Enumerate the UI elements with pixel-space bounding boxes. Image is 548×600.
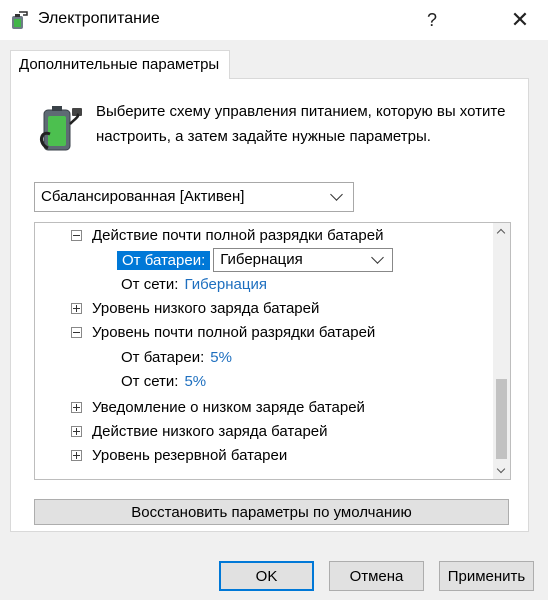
- ok-button[interactable]: OK: [219, 561, 314, 591]
- critical-level-plugged-value[interactable]: 5%: [184, 373, 206, 390]
- critical-action-battery-dropdown[interactable]: Гибернация: [213, 248, 394, 272]
- expand-icon[interactable]: [71, 401, 82, 413]
- critical-action-battery-value: Гибернация: [220, 251, 303, 268]
- battery-plug-icon: [40, 106, 82, 151]
- tree-item-label: Действие низкого заряда батарей: [92, 422, 328, 440]
- tree-subitem-plugged-in[interactable]: От сети: Гибернация: [121, 272, 267, 296]
- tree-item-label: Уведомление о низком заряде батарей: [92, 398, 365, 416]
- on-battery-label: От батареи:: [121, 348, 205, 366]
- power-options-icon: [12, 11, 28, 29]
- critical-action-plugged-value[interactable]: Гибернация: [184, 276, 267, 293]
- close-button[interactable]: ✕: [498, 4, 542, 36]
- collapse-icon[interactable]: [71, 229, 82, 241]
- tree-item-low-notification[interactable]: Уведомление о низком заряде батарей: [71, 395, 365, 419]
- tree-item-critical-action[interactable]: Действие почти полной разрядки батарей: [71, 223, 383, 247]
- scroll-up-button[interactable]: [493, 223, 510, 240]
- expand-icon[interactable]: [71, 425, 82, 437]
- tree-item-label: Уровень почти полной разрядки батарей: [92, 323, 376, 341]
- plugged-in-label: От сети:: [121, 372, 179, 390]
- chevron-down-icon: [496, 464, 506, 474]
- collapse-icon[interactable]: [71, 326, 82, 338]
- apply-button[interactable]: Применить: [439, 561, 534, 591]
- tree-item-label: Уровень резервной батареи: [92, 446, 288, 464]
- tree-scrollbar[interactable]: [493, 223, 510, 479]
- settings-tree[interactable]: Действие почти полной разрядки батарей О…: [34, 222, 511, 480]
- expand-icon[interactable]: [71, 449, 82, 461]
- scrollbar-thumb[interactable]: [496, 379, 507, 459]
- chevron-down-icon: [371, 251, 385, 264]
- tree-subitem-on-battery[interactable]: От батареи: 5%: [121, 345, 232, 369]
- title-bar: Электропитание ? ✕: [0, 0, 548, 40]
- on-battery-label: От батареи:: [117, 250, 211, 270]
- instruction-text: Выберите схему управления питанием, кото…: [96, 103, 506, 145]
- tree-item-critical-level[interactable]: Уровень почти полной разрядки батарей: [71, 320, 375, 344]
- tab-advanced-settings[interactable]: Дополнительные параметры: [10, 50, 230, 79]
- tree-item-reserve-level[interactable]: Уровень резервной батареи: [71, 443, 287, 467]
- tree-item-low-level[interactable]: Уровень низкого заряда батарей: [71, 296, 319, 320]
- cancel-button[interactable]: Отмена: [329, 561, 424, 591]
- tree-subitem-on-battery[interactable]: От батареи: Гибернация: [117, 248, 394, 272]
- tree-subitem-plugged-in[interactable]: От сети: 5%: [121, 369, 206, 393]
- power-plan-dropdown[interactable]: Сбалансированная [Активен]: [34, 182, 354, 212]
- expand-icon[interactable]: [71, 302, 82, 314]
- chevron-up-icon: [496, 228, 506, 238]
- tree-item-label: Уровень низкого заряда батарей: [92, 299, 320, 317]
- plugged-in-label: От сети:: [121, 275, 179, 293]
- chevron-down-icon: [330, 188, 343, 201]
- restore-defaults-button[interactable]: Восстановить параметры по умолчанию: [34, 499, 509, 525]
- help-button[interactable]: ?: [410, 4, 454, 36]
- critical-level-battery-value[interactable]: 5%: [210, 349, 232, 366]
- power-plan-selected: Сбалансированная [Активен]: [41, 188, 245, 205]
- window-title: Электропитание: [38, 10, 160, 27]
- tab-label: Дополнительные параметры: [19, 56, 220, 73]
- tree-item-low-action[interactable]: Действие низкого заряда батарей: [71, 419, 328, 443]
- scroll-down-button[interactable]: [493, 462, 510, 479]
- tree-item-label: Действие почти полной разрядки батарей: [92, 226, 384, 244]
